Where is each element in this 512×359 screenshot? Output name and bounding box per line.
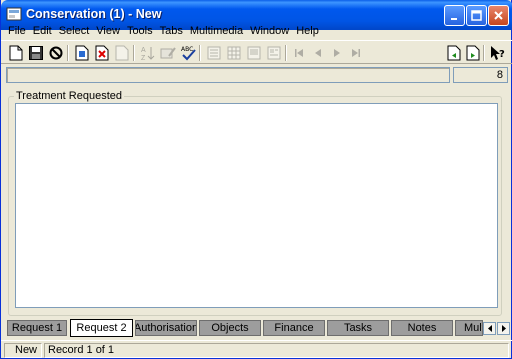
record-summary-field (6, 67, 450, 83)
toolbar-separator (483, 45, 485, 61)
new-record-button[interactable] (7, 44, 25, 62)
app-window: Conservation (1) - New File Edit Select … (0, 0, 512, 359)
status-mode: New (4, 343, 42, 358)
svg-text:A: A (141, 47, 146, 54)
status-record-position: Record 1 of 1 (44, 343, 509, 358)
tab-request-2[interactable]: Request 2 (70, 319, 133, 337)
tab-objects[interactable]: Objects (199, 320, 261, 336)
toolbar-separator (199, 45, 201, 61)
save-button[interactable] (27, 44, 45, 62)
svg-text:ABC: ABC (181, 46, 193, 53)
new-document-icon (9, 45, 23, 61)
menu-select[interactable]: Select (56, 24, 94, 38)
tab-scroll-left-button[interactable] (483, 322, 496, 335)
spellcheck-button[interactable]: ABC (179, 44, 197, 62)
copy-record-button[interactable] (73, 44, 91, 62)
tab-finance[interactable]: Finance (263, 320, 325, 336)
first-record-icon (295, 49, 303, 57)
menu-multimedia[interactable]: Multimedia (187, 24, 247, 38)
menu-tabs[interactable]: Tabs (157, 24, 187, 38)
first-record-button[interactable] (290, 44, 308, 62)
status-bar: New Record 1 of 1 (1, 340, 512, 359)
menu-help[interactable]: Help (293, 24, 323, 38)
spellcheck-icon: ABC (181, 46, 196, 61)
delete-record-icon (95, 45, 109, 61)
previous-record-button[interactable] (309, 44, 327, 62)
menu-window[interactable]: Window (247, 24, 293, 38)
context-help-button[interactable]: ? (489, 44, 507, 62)
next-window-icon (466, 45, 480, 61)
save-icon (29, 46, 43, 60)
record-count: 8 (453, 67, 508, 83)
app-icon[interactable] (6, 6, 22, 22)
previous-record-icon (315, 49, 321, 57)
window-title: Conservation (1) - New (26, 7, 162, 21)
tab-strip: Request 1 Request 2 Authorisation Object… (1, 318, 512, 338)
page-view-button[interactable] (205, 44, 223, 62)
toolbar-separator (67, 45, 69, 61)
context-help-icon: ? (491, 46, 505, 60)
clone-icon (115, 45, 129, 61)
cancel-icon (49, 46, 63, 60)
minimize-icon (450, 17, 457, 20)
delete-record-button[interactable] (93, 44, 111, 62)
sort-button[interactable]: AZ (139, 44, 157, 62)
toolbar-separator (133, 45, 135, 61)
next-window-button[interactable] (464, 44, 482, 62)
menu-bar: File Edit Select View Tools Tabs Multime… (1, 22, 512, 40)
menu-tools[interactable]: Tools (124, 24, 157, 38)
menu-edit[interactable]: Edit (30, 24, 56, 38)
last-record-button[interactable] (347, 44, 365, 62)
next-record-button[interactable] (328, 44, 346, 62)
treatment-requested-label: Treatment Requested (14, 90, 124, 102)
menu-file[interactable]: File (5, 24, 30, 38)
list-view-button[interactable] (225, 44, 243, 62)
tab-scroll-right-button[interactable] (497, 322, 510, 335)
maximize-icon (471, 10, 482, 21)
last-record-icon (352, 49, 360, 57)
tab-request-1[interactable]: Request 1 (7, 320, 67, 336)
treatment-requested-field[interactable] (15, 103, 498, 308)
cancel-button[interactable] (47, 44, 65, 62)
image-view-icon (247, 46, 261, 60)
tab-multimedia[interactable]: Multi (455, 320, 483, 336)
tab-tasks[interactable]: Tasks (327, 320, 389, 336)
image-view-button[interactable] (245, 44, 263, 62)
tab-scroll-right-icon (501, 325, 506, 332)
previous-window-icon (447, 45, 461, 61)
tab-scroll-left-icon (487, 325, 492, 332)
svg-text:?: ? (499, 49, 505, 60)
menu-view[interactable]: View (93, 24, 124, 38)
report-view-icon (267, 46, 281, 60)
list-view-icon (227, 46, 241, 60)
tab-authorisation[interactable]: Authorisation (135, 320, 197, 336)
page-view-icon (207, 46, 221, 60)
previous-window-button[interactable] (445, 44, 463, 62)
edit-icon (160, 47, 176, 59)
toolbar: AZ ABC ? (1, 40, 512, 64)
svg-text:Z: Z (141, 55, 146, 61)
clone-record-button[interactable] (113, 44, 131, 62)
toolbar-separator (285, 45, 287, 61)
report-view-button[interactable] (265, 44, 283, 62)
sort-icon: AZ (141, 47, 155, 61)
close-icon (494, 11, 503, 20)
next-record-icon (334, 49, 340, 57)
tab-notes[interactable]: Notes (391, 320, 453, 336)
copy-record-icon (75, 45, 89, 61)
edit-button[interactable] (159, 44, 177, 62)
